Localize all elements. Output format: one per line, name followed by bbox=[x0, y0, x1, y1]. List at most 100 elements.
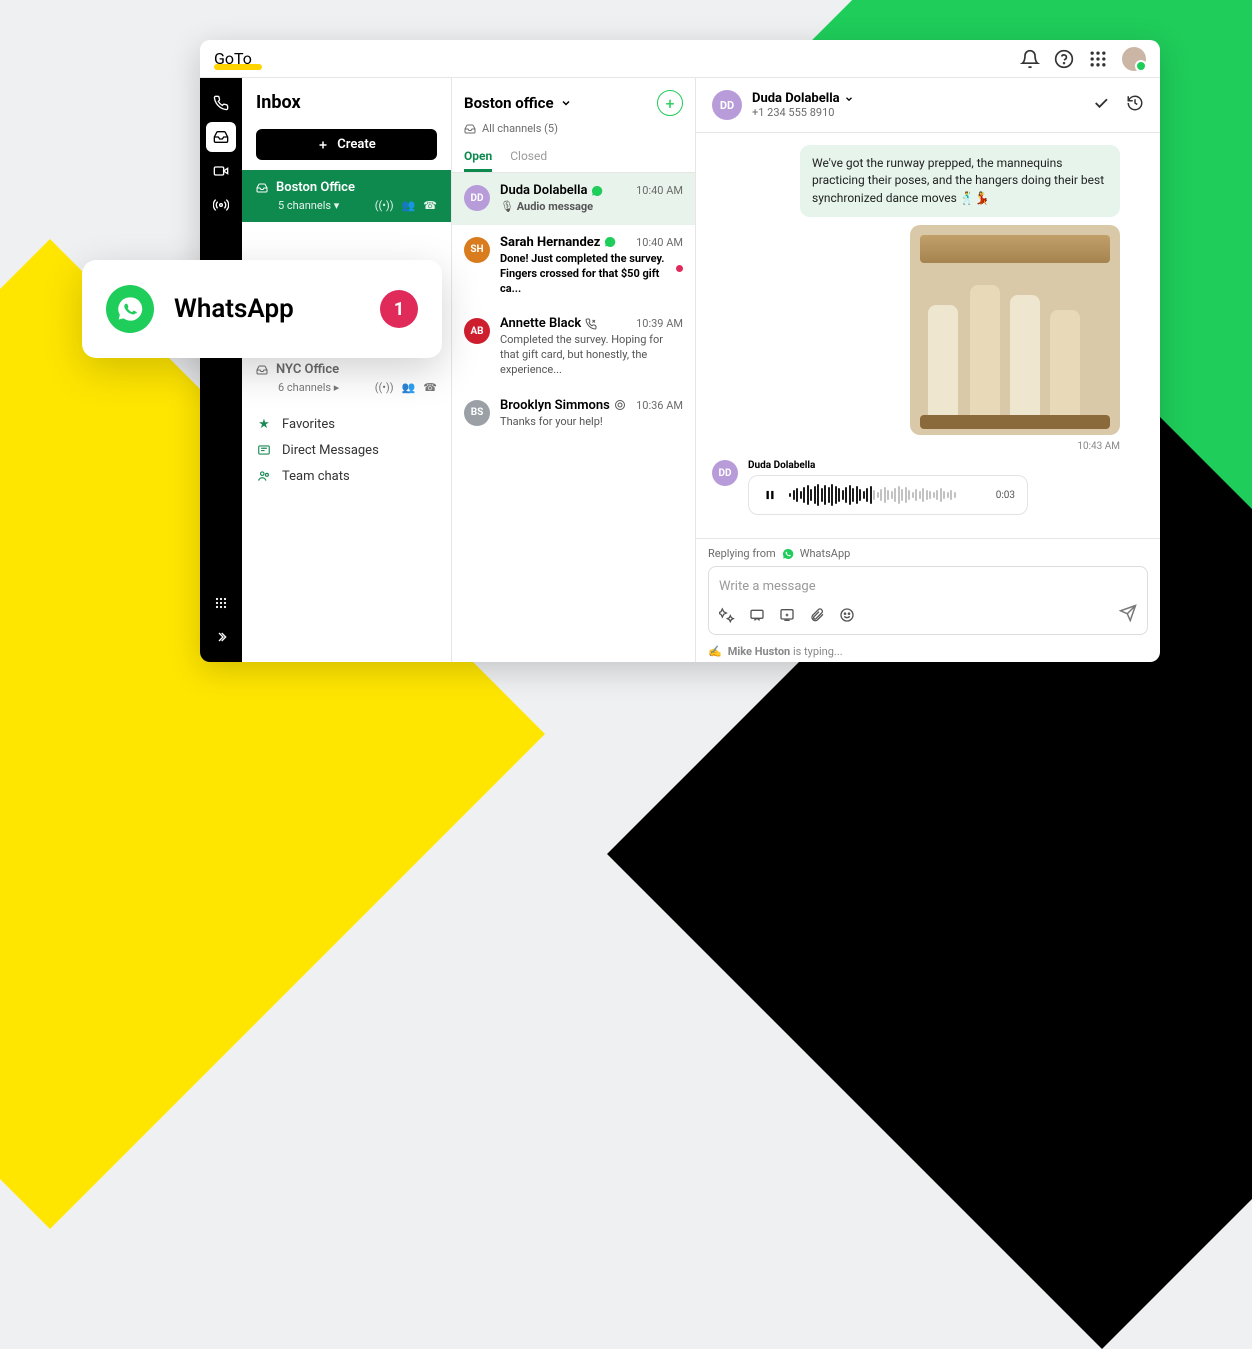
chevron-down-icon bbox=[560, 97, 572, 109]
conversation-time: 10:36 AM bbox=[636, 399, 683, 412]
quick-reply-icon[interactable] bbox=[749, 607, 765, 623]
whatsapp-icon bbox=[782, 548, 794, 560]
inbox-title: Inbox bbox=[256, 92, 437, 113]
brand-logo-text: GoTo bbox=[214, 49, 252, 68]
emoji-icon[interactable] bbox=[839, 607, 855, 623]
contact-phone: +1 234 555 8910 bbox=[752, 106, 854, 119]
rail-phone-icon[interactable] bbox=[206, 88, 236, 118]
rail-video-icon[interactable] bbox=[206, 156, 236, 186]
conversation-item[interactable]: AB Annette Black 10:39 AM Completed the su… bbox=[452, 306, 695, 388]
reply-channel: WhatsApp bbox=[800, 547, 851, 560]
audio-pause-button[interactable] bbox=[761, 486, 779, 504]
conversation-snippet: Completed the survey. Hoping for that gi… bbox=[500, 333, 683, 378]
new-conversation-button[interactable]: + bbox=[657, 90, 683, 116]
audio-sender-name: Duda Dolabella bbox=[748, 460, 1028, 471]
unread-dot bbox=[676, 265, 683, 272]
tab-open[interactable]: Open bbox=[464, 143, 492, 172]
history-icon[interactable] bbox=[1126, 94, 1144, 116]
conversation-name: Duda Dolabella bbox=[500, 183, 603, 198]
help-icon[interactable] bbox=[1054, 49, 1074, 69]
whatsapp-card[interactable]: WhatsApp 1 bbox=[82, 260, 442, 358]
conversations-sub[interactable]: All channels (5) bbox=[452, 120, 695, 143]
attachment-icon[interactable] bbox=[809, 607, 825, 623]
tab-closed[interactable]: Closed bbox=[510, 143, 547, 172]
message-bubble-out: We've got the runway prepped, the manneq… bbox=[800, 145, 1120, 217]
template-icon[interactable] bbox=[779, 607, 795, 623]
avatar: BS bbox=[464, 400, 490, 426]
apps-grid-icon[interactable] bbox=[1088, 49, 1108, 69]
conversation-item[interactable]: SH Sarah Hernandez 10:40 AM Done! Just com… bbox=[452, 225, 695, 307]
audio-sender-avatar: DD bbox=[712, 460, 738, 486]
team-chats-link[interactable]: Team chats bbox=[256, 468, 437, 484]
direct-messages-link[interactable]: Direct Messages bbox=[256, 442, 437, 458]
avatar: SH bbox=[464, 237, 490, 263]
rail-expand-icon[interactable] bbox=[206, 622, 236, 652]
audio-waveform[interactable] bbox=[789, 484, 986, 506]
message-image[interactable] bbox=[910, 225, 1120, 435]
conversation-time: 10:39 AM bbox=[636, 317, 683, 330]
conversation-time: 10:40 AM bbox=[636, 236, 683, 249]
brand-logo: GoTo bbox=[214, 49, 252, 68]
conversation-name: Sarah Hernandez bbox=[500, 235, 616, 250]
conversation-time: 10:40 AM bbox=[636, 184, 683, 197]
conversation-list: DD Duda Dolabella 10:40 AM 🎙 Audio message… bbox=[452, 173, 695, 662]
chat-panel: DD Duda Dolabella +1 234 555 8910 bbox=[696, 78, 1160, 662]
team-icon bbox=[256, 468, 272, 484]
create-button-label: Create bbox=[337, 137, 375, 152]
star-icon: ★ bbox=[256, 416, 272, 432]
send-button[interactable] bbox=[1119, 604, 1137, 626]
whatsapp-badge: 1 bbox=[380, 290, 418, 328]
contact-avatar: DD bbox=[712, 90, 742, 120]
typing-indicator: ✍️ Mike Huston is typing... bbox=[696, 641, 1160, 662]
user-avatar[interactable] bbox=[1122, 47, 1146, 71]
avatar: DD bbox=[464, 185, 490, 211]
inbox-icon bbox=[256, 182, 268, 194]
create-button[interactable]: Create bbox=[256, 129, 437, 160]
pencil-icon: ✍️ bbox=[708, 645, 722, 658]
message-timestamp: 10:43 AM bbox=[1077, 441, 1120, 452]
message-input[interactable] bbox=[719, 579, 1137, 594]
conversation-snippet: Done! Just completed the survey. Fingers… bbox=[500, 252, 683, 297]
conversations-column: Boston office + All channels (5) Open Cl… bbox=[452, 78, 696, 662]
misc-label: Team chats bbox=[282, 469, 350, 484]
office-status-icons: ((•))👥☎ bbox=[375, 199, 437, 212]
misc-label: Direct Messages bbox=[282, 443, 379, 458]
conversation-snippet: Thanks for your help! bbox=[500, 415, 683, 430]
mark-done-icon[interactable] bbox=[1092, 94, 1110, 116]
conversations-title[interactable]: Boston office bbox=[464, 94, 572, 112]
conversation-item[interactable]: BS Brooklyn Simmons 10:36 AM Thanks for yo… bbox=[452, 388, 695, 440]
office-name: NYC Office bbox=[276, 362, 339, 377]
ai-assist-icon[interactable] bbox=[719, 607, 735, 623]
favorites-link[interactable]: ★ Favorites bbox=[256, 416, 437, 432]
office-name: Boston Office bbox=[276, 180, 355, 195]
whatsapp-label: WhatsApp bbox=[174, 294, 360, 324]
topbar: GoTo bbox=[200, 40, 1160, 78]
audio-message: DD Duda Dolabella 0:03 bbox=[712, 460, 1120, 515]
conversation-name: Brooklyn Simmons bbox=[500, 398, 626, 413]
inbox-icon bbox=[464, 123, 476, 135]
dm-icon bbox=[256, 442, 272, 458]
conversation-item[interactable]: DD Duda Dolabella 10:40 AM 🎙 Audio message bbox=[452, 173, 695, 225]
notifications-icon[interactable] bbox=[1020, 49, 1040, 69]
conversation-snippet: 🎙 Audio message bbox=[500, 200, 683, 215]
conversation-name: Annette Black bbox=[500, 316, 597, 331]
office-status-icons: ((•))👥☎ bbox=[375, 381, 437, 394]
compose-area: Replying from WhatsApp bbox=[696, 538, 1160, 641]
whatsapp-icon bbox=[106, 285, 154, 333]
office-nyc[interactable]: NYC Office 6 channels ▸ ((•))👥☎ bbox=[242, 352, 451, 404]
rail-inbox-icon[interactable] bbox=[206, 122, 236, 152]
contact-name[interactable]: Duda Dolabella bbox=[752, 91, 854, 106]
avatar: AB bbox=[464, 318, 490, 344]
misc-label: Favorites bbox=[282, 417, 335, 432]
rail-dialpad-icon[interactable] bbox=[206, 588, 236, 618]
office-channels: 6 channels ▸ bbox=[278, 381, 339, 394]
reply-from-label: Replying from bbox=[708, 547, 776, 560]
nav-rail bbox=[200, 78, 242, 662]
inbox-icon bbox=[256, 364, 268, 376]
inbox-column: Inbox Create Boston Office 5 channels ▾ … bbox=[242, 78, 452, 662]
rail-broadcast-icon[interactable] bbox=[206, 190, 236, 220]
office-channels: 5 channels ▾ bbox=[278, 199, 339, 212]
chevron-down-icon bbox=[844, 94, 854, 104]
audio-duration: 0:03 bbox=[996, 490, 1015, 501]
office-boston[interactable]: Boston Office 5 channels ▾ ((•))👥☎ bbox=[242, 170, 451, 222]
